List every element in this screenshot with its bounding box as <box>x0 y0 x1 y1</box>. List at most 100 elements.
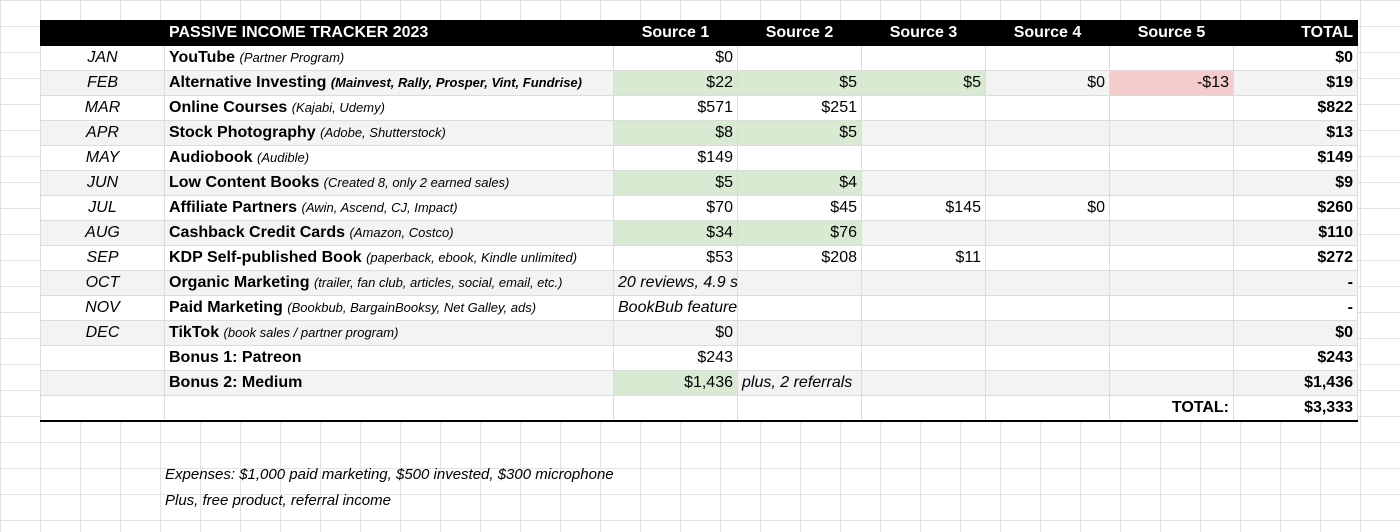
source-2-value[interactable] <box>737 320 862 346</box>
source-3-value[interactable] <box>861 345 986 371</box>
source-2-value[interactable] <box>737 270 862 296</box>
source-5-value[interactable] <box>1109 195 1234 221</box>
source-2-value[interactable]: $5 <box>737 120 862 146</box>
header-source-2[interactable]: Source 2 <box>737 20 862 46</box>
source-4-value[interactable]: $0 <box>985 70 1110 96</box>
table-title[interactable]: PASSIVE INCOME TRACKER 2023 <box>164 20 614 46</box>
source-name-cell[interactable]: Low Content Books (Created 8, only 2 ear… <box>164 170 614 196</box>
source-3-value[interactable] <box>861 145 986 171</box>
row-total[interactable]: - <box>1233 270 1358 296</box>
source-3-value[interactable] <box>861 270 986 296</box>
row-total[interactable]: $1,436 <box>1233 370 1358 396</box>
source-name-cell[interactable]: Audiobook (Audible) <box>164 145 614 171</box>
source-2-value[interactable]: $5 <box>737 70 862 96</box>
month-cell[interactable]: MAR <box>40 95 165 121</box>
empty-cell[interactable] <box>613 395 738 422</box>
month-cell[interactable] <box>40 345 165 371</box>
month-cell[interactable] <box>40 370 165 396</box>
row-total[interactable]: - <box>1233 295 1358 321</box>
source-name-cell[interactable]: Stock Photography (Adobe, Shutterstock) <box>164 120 614 146</box>
source-4-value[interactable] <box>985 345 1110 371</box>
source-5-value[interactable] <box>1109 220 1234 246</box>
source-3-value[interactable] <box>861 45 986 71</box>
source-3-value[interactable] <box>861 220 986 246</box>
source-name-cell[interactable]: Bonus 2: Medium <box>164 370 614 396</box>
empty-cell[interactable] <box>861 395 986 422</box>
source-5-value[interactable] <box>1109 370 1234 396</box>
source-2-value[interactable]: $45 <box>737 195 862 221</box>
source-1-value[interactable]: $70 <box>613 195 738 221</box>
source-5-value[interactable]: -$13 <box>1109 70 1234 96</box>
empty-cell[interactable] <box>40 395 165 422</box>
source-3-value[interactable] <box>861 95 986 121</box>
row-total[interactable]: $272 <box>1233 245 1358 271</box>
header-source-4[interactable]: Source 4 <box>985 20 1110 46</box>
source-5-value[interactable] <box>1109 120 1234 146</box>
month-cell[interactable]: JUL <box>40 195 165 221</box>
source-1-value[interactable]: $149 <box>613 145 738 171</box>
month-cell[interactable]: AUG <box>40 220 165 246</box>
source-1-value[interactable]: BookBub feature <box>613 295 738 321</box>
source-1-value[interactable]: $571 <box>613 95 738 121</box>
empty-cell[interactable] <box>985 395 1110 422</box>
row-total[interactable]: $243 <box>1233 345 1358 371</box>
header-source-3[interactable]: Source 3 <box>861 20 986 46</box>
source-3-value[interactable]: $11 <box>861 245 986 271</box>
row-total[interactable]: $9 <box>1233 170 1358 196</box>
source-3-value[interactable]: $145 <box>861 195 986 221</box>
source-1-value[interactable]: $0 <box>613 45 738 71</box>
source-4-value[interactable] <box>985 220 1110 246</box>
row-total[interactable]: $110 <box>1233 220 1358 246</box>
source-5-value[interactable] <box>1109 145 1234 171</box>
plus-note[interactable]: Plus, free product, referral income <box>165 488 614 514</box>
source-2-value[interactable] <box>737 345 862 371</box>
source-5-value[interactable] <box>1109 170 1234 196</box>
month-cell[interactable]: FEB <box>40 70 165 96</box>
source-4-value[interactable] <box>985 45 1110 71</box>
source-3-value[interactable] <box>861 120 986 146</box>
month-cell[interactable]: OCT <box>40 270 165 296</box>
source-2-value[interactable]: $251 <box>737 95 862 121</box>
source-4-value[interactable] <box>985 320 1110 346</box>
month-cell[interactable]: JUN <box>40 170 165 196</box>
source-name-cell[interactable]: Paid Marketing (Bookbub, BargainBooksy, … <box>164 295 614 321</box>
expenses-note[interactable]: Expenses: $1,000 paid marketing, $500 in… <box>165 462 614 488</box>
header-source-5[interactable]: Source 5 <box>1109 20 1234 46</box>
source-5-value[interactable] <box>1109 295 1234 321</box>
source-4-value[interactable]: $0 <box>985 195 1110 221</box>
grand-total-value[interactable]: $3,333 <box>1233 395 1358 422</box>
month-cell[interactable]: NOV <box>40 295 165 321</box>
header-total[interactable]: TOTAL <box>1233 20 1358 46</box>
source-2-value[interactable]: $76 <box>737 220 862 246</box>
source-3-value[interactable]: $5 <box>861 70 986 96</box>
source-3-value[interactable] <box>861 295 986 321</box>
source-2-value[interactable] <box>737 45 862 71</box>
source-1-value[interactable]: $34 <box>613 220 738 246</box>
row-total[interactable]: $260 <box>1233 195 1358 221</box>
source-2-value[interactable] <box>737 295 862 321</box>
source-5-value[interactable] <box>1109 95 1234 121</box>
source-2-value[interactable] <box>737 145 862 171</box>
grand-total-label[interactable]: TOTAL: <box>1109 395 1234 422</box>
source-3-value[interactable] <box>861 320 986 346</box>
source-1-value[interactable]: $22 <box>613 70 738 96</box>
row-total[interactable]: $822 <box>1233 95 1358 121</box>
month-cell[interactable]: SEP <box>40 245 165 271</box>
source-5-value[interactable] <box>1109 345 1234 371</box>
source-name-cell[interactable]: Affiliate Partners (Awin, Ascend, CJ, Im… <box>164 195 614 221</box>
source-5-value[interactable] <box>1109 45 1234 71</box>
source-2-value[interactable]: $208 <box>737 245 862 271</box>
source-4-value[interactable] <box>985 295 1110 321</box>
source-3-value[interactable] <box>861 370 986 396</box>
header-blank-cell[interactable] <box>40 20 165 46</box>
source-4-value[interactable] <box>985 120 1110 146</box>
month-cell[interactable]: JAN <box>40 45 165 71</box>
source-name-cell[interactable]: Online Courses (Kajabi, Udemy) <box>164 95 614 121</box>
empty-cell[interactable] <box>164 395 614 422</box>
row-total[interactable]: $149 <box>1233 145 1358 171</box>
source-4-value[interactable] <box>985 370 1110 396</box>
source-1-value[interactable]: $5 <box>613 170 738 196</box>
row-total[interactable]: $0 <box>1233 45 1358 71</box>
source-3-value[interactable] <box>861 170 986 196</box>
source-name-cell[interactable]: TikTok (book sales / partner program) <box>164 320 614 346</box>
